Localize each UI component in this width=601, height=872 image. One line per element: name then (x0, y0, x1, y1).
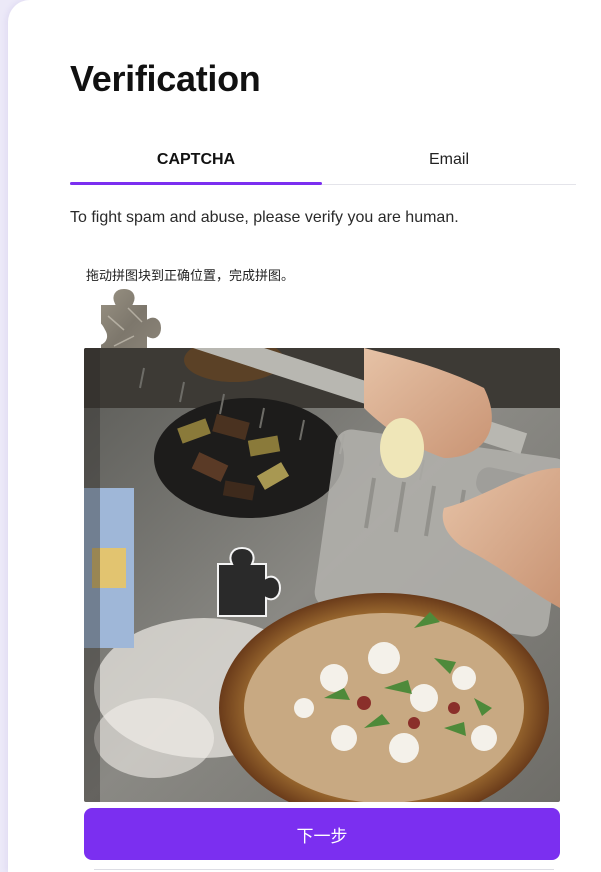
page-title: Verification (70, 58, 261, 99)
verification-card: Verification CAPTCHA Email To fight spam… (8, 0, 601, 872)
verification-tabs: CAPTCHA Email (70, 136, 576, 185)
tab-email[interactable]: Email (322, 136, 576, 184)
captcha-image (84, 348, 560, 802)
divider (94, 869, 554, 870)
captcha-instruction: 拖动拼图块到正确位置，完成拼图。 (86, 269, 295, 284)
next-step-button[interactable]: 下一步 (84, 808, 560, 860)
verification-description: To fight spam and abuse, please verify y… (70, 209, 459, 226)
tab-captcha[interactable]: CAPTCHA (70, 136, 322, 185)
